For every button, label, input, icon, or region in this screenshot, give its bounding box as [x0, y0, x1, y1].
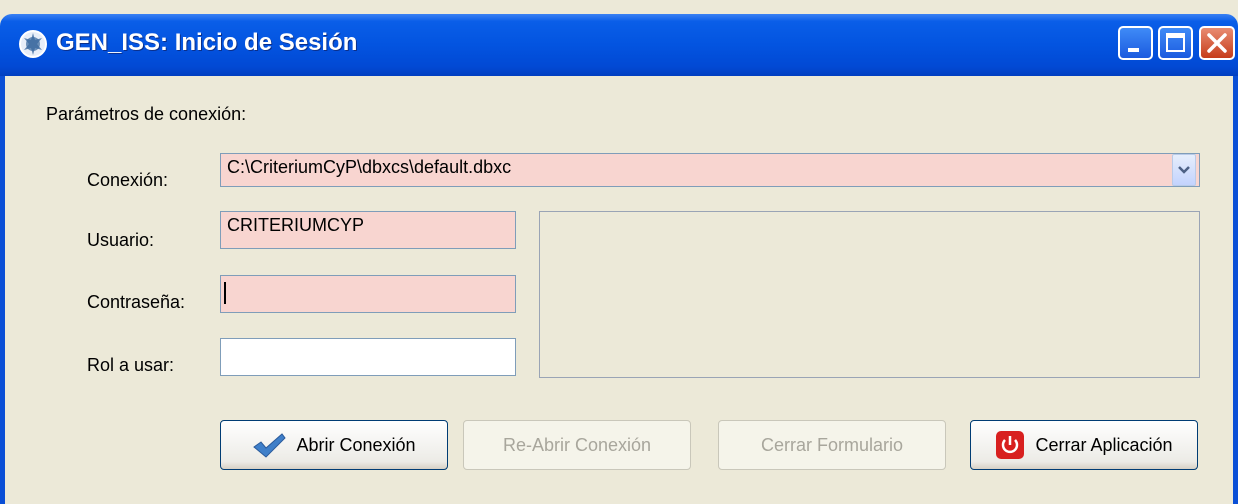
- login-window: GEN_ISS: Inicio de Sesión Parámetros de …: [0, 0, 1238, 504]
- window-title: GEN_ISS: Inicio de Sesión: [56, 29, 358, 56]
- power-icon: [996, 431, 1025, 459]
- password-input[interactable]: [220, 275, 516, 313]
- window-frame-left: [0, 76, 5, 504]
- reopen-connection-label: Re-Abrir Conexión: [502, 434, 652, 455]
- role-label: Rol a usar:: [87, 355, 175, 375]
- maximize-icon: [1166, 33, 1185, 52]
- reopen-connection-button[interactable]: Re-Abrir Conexión: [463, 420, 691, 470]
- close-form-button[interactable]: Cerrar Formulario: [718, 420, 946, 470]
- open-connection-label: Abrir Conexión: [296, 434, 416, 455]
- close-application-label: Cerrar Aplicación: [1035, 434, 1173, 455]
- title-bar[interactable]: GEN_ISS: Inicio de Sesión: [0, 14, 1238, 76]
- maximize-button[interactable]: [1158, 26, 1193, 60]
- close-button[interactable]: [1199, 26, 1235, 60]
- user-value: CRITERIUMCYP: [227, 215, 365, 235]
- text-caret: [224, 282, 226, 304]
- connection-label: Conexión:: [87, 170, 169, 190]
- close-icon: [1207, 33, 1227, 53]
- password-label: Contraseña:: [87, 292, 186, 312]
- close-application-button[interactable]: Cerrar Aplicación: [970, 420, 1198, 470]
- section-label: Parámetros de conexión:: [46, 104, 247, 124]
- connection-value: C:\CriteriumCyP\dbxcs\default.dbxc: [227, 157, 512, 177]
- window-frame-right: [1233, 76, 1238, 504]
- user-input[interactable]: CRITERIUMCYP: [220, 211, 516, 249]
- connection-combo[interactable]: C:\CriteriumCyP\dbxcs\default.dbxc: [220, 153, 1200, 187]
- info-panel: [539, 211, 1200, 378]
- app-logo-icon: [19, 30, 47, 58]
- connection-dropdown-button[interactable]: [1172, 154, 1196, 186]
- chevron-down-icon: [1178, 166, 1190, 174]
- open-connection-button[interactable]: Abrir Conexión: [220, 420, 448, 470]
- checkmark-icon: [253, 433, 287, 458]
- minimize-button[interactable]: [1118, 26, 1153, 60]
- minimize-icon: [1128, 48, 1139, 52]
- user-label: Usuario:: [87, 230, 155, 250]
- close-form-label: Cerrar Formulario: [760, 434, 904, 455]
- role-input[interactable]: [220, 338, 516, 376]
